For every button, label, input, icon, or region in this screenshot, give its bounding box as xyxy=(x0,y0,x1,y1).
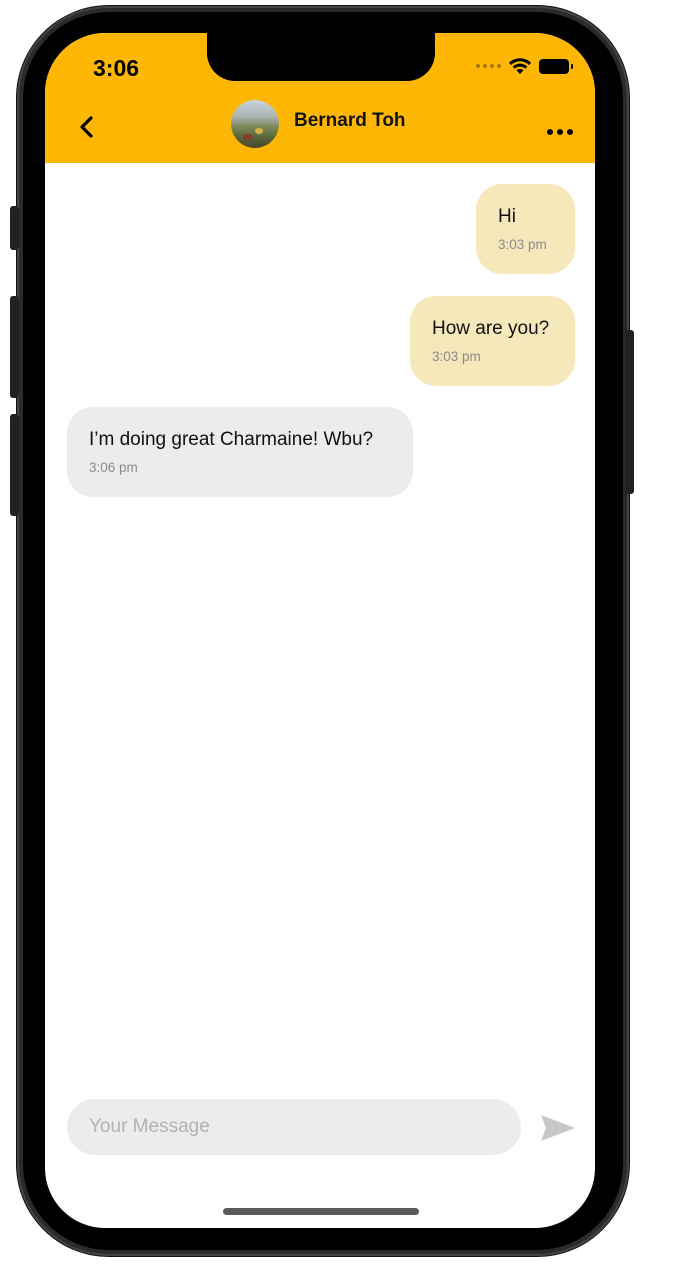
send-button[interactable] xyxy=(540,1113,576,1143)
wifi-icon xyxy=(509,58,531,74)
contact-name: Bernard Toh xyxy=(294,110,406,131)
chat-header: 3:06 Bernard Toh xyxy=(45,33,595,163)
power-button xyxy=(625,330,634,494)
message-bubble-sent: Hi 3:03 pm xyxy=(476,184,575,274)
message-bubble-received: I’m doing great Charmaine! Wbu? 3:06 pm xyxy=(67,407,413,497)
message-time: 3:03 pm xyxy=(498,237,547,252)
message-time: 3:03 pm xyxy=(432,349,481,364)
message-text: Hi xyxy=(498,206,516,227)
battery-icon xyxy=(539,58,573,74)
message-text: How are you? xyxy=(432,318,550,339)
silent-switch xyxy=(10,206,19,250)
status-icons xyxy=(476,57,573,75)
message-text: I’m doing great Charmaine! Wbu? xyxy=(89,429,374,450)
chat-screen: 3:06 Bernard Toh Hi 3:03 pm How are you?… xyxy=(45,33,595,1228)
back-button[interactable] xyxy=(75,115,99,139)
message-bubble-sent: How are you? 3:03 pm xyxy=(410,296,575,386)
ellipsis-icon xyxy=(547,129,553,135)
message-input[interactable] xyxy=(67,1099,521,1155)
home-indicator xyxy=(223,1208,419,1215)
volume-down-button xyxy=(10,414,19,516)
notch xyxy=(207,33,435,81)
message-input-container xyxy=(67,1099,521,1155)
volume-up-button xyxy=(10,296,19,398)
status-time: 3:06 xyxy=(93,55,140,81)
message-time: 3:06 pm xyxy=(89,460,138,475)
more-options-button[interactable] xyxy=(547,129,573,135)
cellular-signal-icon xyxy=(476,64,501,68)
contact-info[interactable]: Bernard Toh xyxy=(231,100,406,148)
avatar xyxy=(231,100,279,148)
